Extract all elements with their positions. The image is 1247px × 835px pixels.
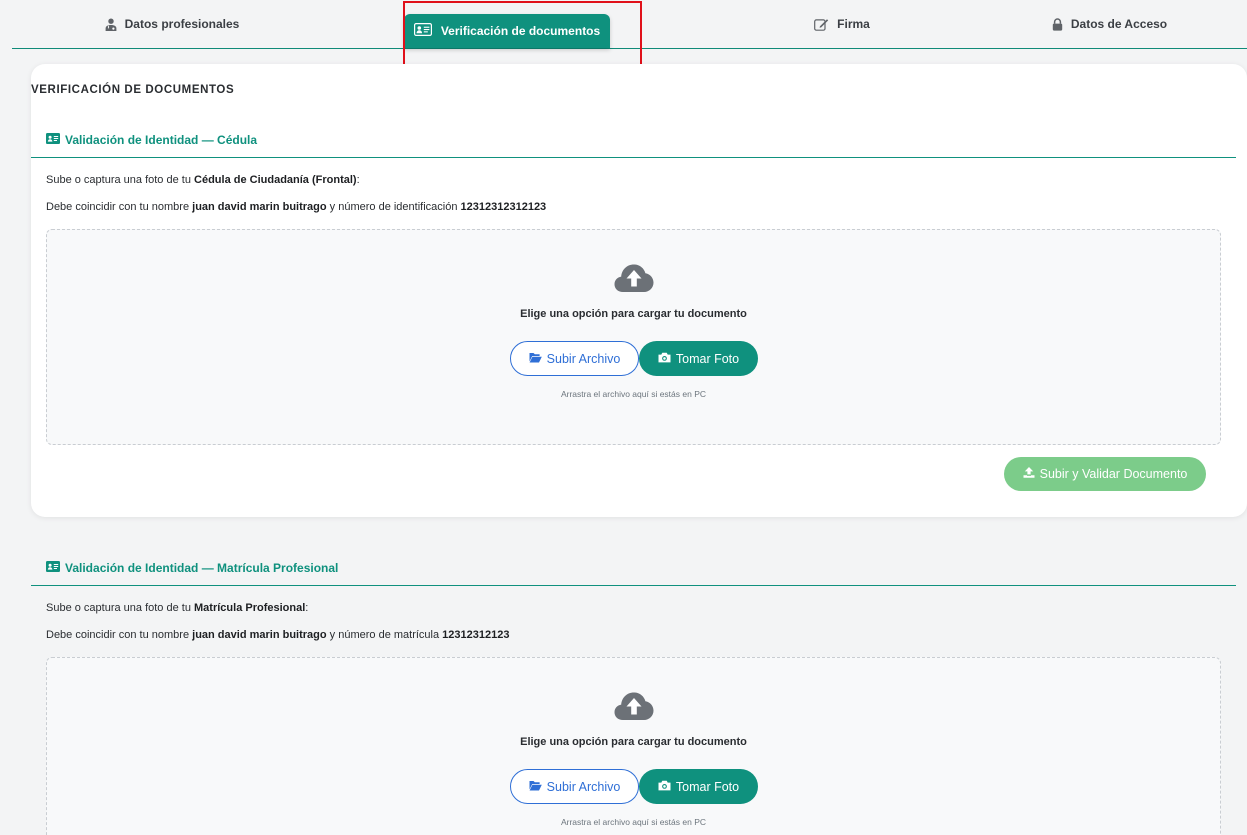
tab-verificacion-de-documentos[interactable]: Verificación de documentos: [404, 14, 610, 48]
drag-hint: Arrastra el archivo aquí si estás en PC: [560, 389, 707, 399]
section-heading-cedula: Validación de Identidad — Cédula: [46, 133, 257, 147]
match-requirement: Debe coincidir con tu nombre juan david …: [46, 201, 547, 213]
upload-file-button[interactable]: Subir Archivo: [510, 341, 639, 376]
tab-label: Datos profesionales: [124, 17, 240, 31]
page-title: VERIFICACIÓN DE DOCUMENTOS: [31, 84, 235, 96]
upload-icon: [1023, 467, 1035, 481]
id-card-icon: [413, 23, 432, 39]
upload-instructions: Sube o captura una foto de tu Cédula de …: [46, 174, 360, 186]
take-photo-button[interactable]: Tomar Foto: [639, 769, 758, 804]
section-heading-matricula: Validación de Identidad — Matrícula Prof…: [46, 561, 338, 575]
upload-instructions: Sube o captura una foto de tu Matrícula …: [46, 602, 309, 614]
step-tabs: Datos profesionales Firma Datos de Acces…: [12, 0, 1247, 49]
dropzone-cedula[interactable]: Elige una opción para cargar tu document…: [46, 229, 1221, 445]
take-photo-label: Tomar Foto: [675, 351, 740, 366]
take-photo-button[interactable]: Tomar Foto: [639, 341, 758, 376]
id-card-icon: [46, 133, 60, 147]
camera-icon: [658, 352, 671, 366]
section-divider: [31, 585, 1236, 586]
upload-validate-button[interactable]: Subir y Validar Documento: [1004, 457, 1206, 491]
dropzone-matricula[interactable]: Elige una opción para cargar tu document…: [46, 657, 1221, 835]
upload-file-label: Subir Archivo: [546, 351, 621, 366]
upload-file-label: Subir Archivo: [546, 779, 621, 794]
tab-label: Firma: [837, 17, 870, 31]
lock-icon: [1052, 17, 1063, 31]
folder-open-icon: [529, 780, 542, 794]
take-photo-label: Tomar Foto: [675, 779, 740, 794]
section-divider: [31, 157, 1236, 158]
cloud-upload-icon: [614, 689, 654, 721]
tab-label: Datos de Acceso: [1070, 17, 1168, 31]
cloud-upload-icon: [614, 261, 654, 293]
tab-label: Verificación de documentos: [440, 24, 601, 38]
choose-option-label: Elige una opción para cargar tu document…: [520, 308, 747, 320]
tab-datos-profesionales[interactable]: Datos profesionales: [12, 0, 332, 48]
id-card-icon: [46, 561, 60, 575]
section-heading-text: Validación de Identidad — Cédula: [65, 133, 258, 147]
tab-firma[interactable]: Firma: [712, 0, 972, 48]
camera-icon: [658, 780, 671, 794]
upload-validate-label: Subir y Validar Documento: [1039, 467, 1188, 481]
choose-option-label: Elige una opción para cargar tu document…: [520, 736, 747, 748]
tab-datos-de-acceso[interactable]: Datos de Acceso: [972, 0, 1247, 48]
user-doctor-icon: [105, 18, 117, 31]
edit-icon: [814, 18, 829, 31]
upload-file-button[interactable]: Subir Archivo: [510, 769, 639, 804]
drag-hint: Arrastra el archivo aquí si estás en PC: [560, 817, 707, 827]
folder-open-icon: [529, 352, 542, 366]
match-requirement: Debe coincidir con tu nombre juan david …: [46, 629, 510, 641]
section-heading-text: Validación de Identidad — Matrícula Prof…: [65, 561, 339, 575]
